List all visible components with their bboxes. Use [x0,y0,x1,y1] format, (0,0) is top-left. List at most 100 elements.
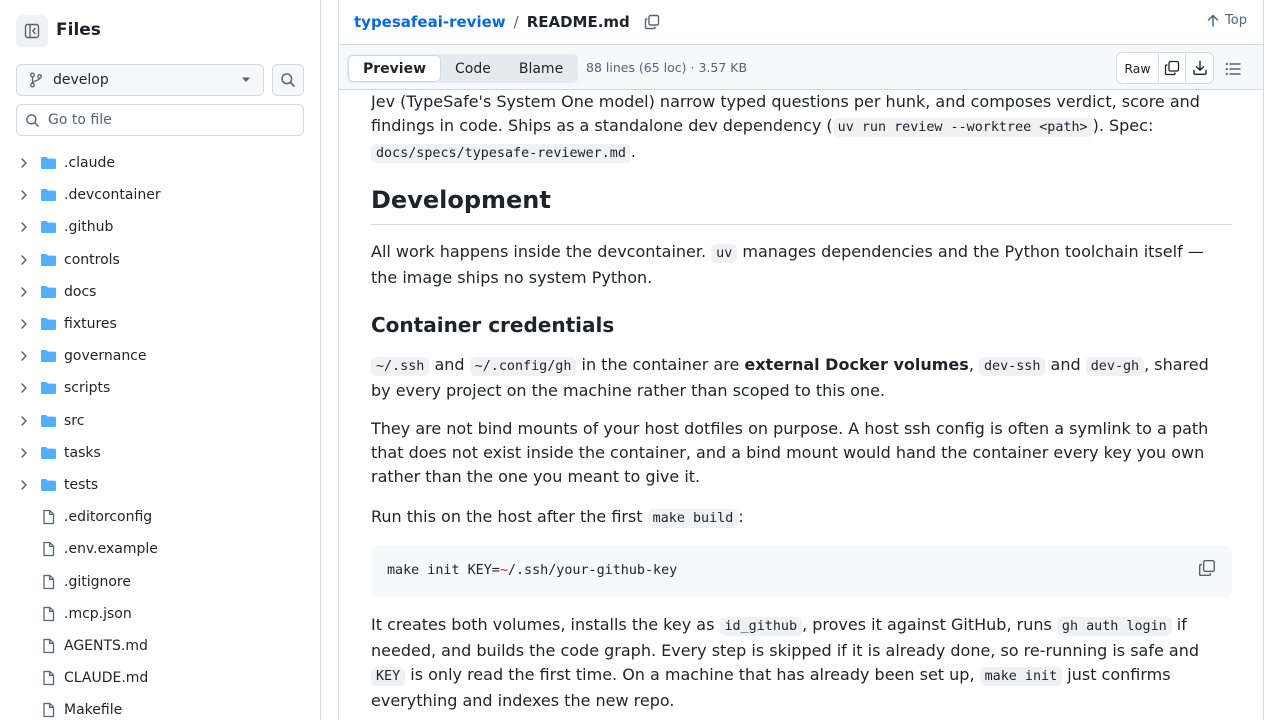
file-view: typesafeai-review / README.md Top Previe… [338,0,1264,720]
chevron-right-icon [21,319,27,329]
tree-file[interactable]: .mcp.json [0,598,320,630]
run-paragraph: Run this on the host after the first mak… [371,505,1233,531]
view-mode-tabs: Preview Code Blame [347,54,579,83]
text: ). Spec: [1092,116,1154,135]
file-icon [43,670,55,686]
tree-item-label: Makefile [64,702,123,719]
folder-icon [41,478,56,491]
arrow-up-icon [1207,14,1219,27]
sidebar-title: Files [56,20,101,40]
text: , [968,355,979,374]
inline-code: make build [647,509,739,528]
code-text: /.ssh/your-github-key [507,563,678,578]
inline-code: ~/.config/gh [469,357,577,376]
inline-code: ~/.ssh [371,357,430,376]
raw-button[interactable]: Raw [1117,53,1159,83]
tree-file[interactable]: .editorconfig [0,501,320,533]
chevron-right-icon [21,287,27,297]
readme-article: Jev (TypeSafe's System One model) narrow… [371,90,1233,720]
tree-file[interactable]: .gitignore [0,565,320,597]
chevron-right-icon [21,480,27,490]
folder-icon [41,414,56,427]
chevron-right-icon [21,254,27,265]
tab-code[interactable]: Code [441,55,505,82]
inline-code: KEY [371,667,406,686]
copy-path-button[interactable] [642,12,662,32]
folder-icon [41,253,56,266]
file-sidebar: Files develop .claude .devcontainer .githu… [0,0,321,720]
breadcrumb: typesafeai-review / README.md Top [339,0,1263,44]
heading-container-credentials: Container credentials [371,313,615,337]
top-label: Top [1225,13,1247,28]
bold-text: external Docker volumes [744,355,969,374]
file-icon [43,638,55,654]
inline-code: docs/specs/typesafe-reviewer.md [371,144,631,163]
tree-folder[interactable]: controls [0,244,320,276]
tree-folder[interactable]: src [0,405,320,437]
copy-icon [1164,60,1180,76]
search-button[interactable] [272,64,304,96]
chevron-right-icon [21,190,27,201]
tree-item-label: governance [64,348,147,365]
tree-folder[interactable]: .devcontainer [0,179,320,211]
text: Run this on the host after the first [371,507,648,526]
tree-file[interactable]: Makefile [0,694,320,720]
download-button[interactable] [1186,53,1213,83]
folder-icon [41,350,56,363]
tree-item-label: src [64,412,85,429]
tree-item-label: scripts [64,380,111,397]
chevron-right-icon [21,222,27,233]
code-text: ~ [499,563,508,578]
folder-icon [41,446,56,459]
folder-icon [41,382,56,395]
tree-item-label: controls [64,251,120,268]
inline-code: uv [711,244,738,263]
development-paragraph: All work happens inside the devcontainer… [371,240,1233,290]
branch-selector[interactable]: develop [16,64,264,96]
chevron-right-icon [21,351,27,361]
outline-button[interactable] [1221,58,1245,80]
tree-folder[interactable]: governance [0,340,320,372]
tree-folder[interactable]: scripts [0,372,320,404]
back-to-top-button[interactable]: Top [1207,13,1247,28]
copy-raw-button[interactable] [1159,53,1186,83]
copy-code-icon[interactable] [1198,559,1216,577]
file-tree: .claude .devcontainer .github controls docs f… [0,147,320,720]
inline-code: dev-gh [1085,357,1145,376]
tab-preview[interactable]: Preview [348,55,442,82]
tree-folder[interactable]: tasks [0,437,320,469]
tree-item-label: .mcp.json [64,605,132,622]
tree-file[interactable]: .env.example [0,533,320,565]
file-icon [43,574,55,589]
after-code-paragraph: It creates both volumes, installs the ke… [371,613,1233,713]
tree-file[interactable]: CLAUDE.md [0,662,320,694]
repo-link[interactable]: typesafeai-review [354,13,506,31]
tree-folder[interactable]: .claude [0,147,320,179]
tree-folder[interactable]: fixtures [0,308,320,340]
caret-down-icon [242,77,250,82]
tree-folder[interactable]: .github [0,211,320,243]
tab-blame[interactable]: Blame [505,55,577,82]
tree-item-label: tasks [64,444,101,461]
tree-file[interactable]: AGENTS.md [0,630,320,662]
inline-code: gh auth login [1056,617,1172,636]
tree-folder[interactable]: tests [0,469,320,501]
copy-icon [644,14,659,30]
breadcrumb-separator: / [513,13,519,31]
folder-icon [41,221,56,234]
text: . [630,142,637,161]
list-unordered-icon [1225,62,1241,76]
text: and [1045,355,1086,374]
go-to-file-input[interactable] [48,112,288,128]
go-to-file-field[interactable] [16,104,304,136]
tree-item-label: .claude [64,155,115,172]
collapse-sidebar-button[interactable] [16,15,48,47]
inline-code: uv run review --worktree <path> [832,118,1093,137]
tree-item-label: docs [64,283,97,300]
tree-folder[interactable]: docs [0,276,320,308]
file-stats: 88 lines (65 loc) · 3.57 KB [586,60,748,75]
tree-item-label: .devcontainer [64,187,161,204]
text: : [738,507,744,526]
folder-icon [41,285,56,298]
inline-code: id_github [719,617,803,636]
